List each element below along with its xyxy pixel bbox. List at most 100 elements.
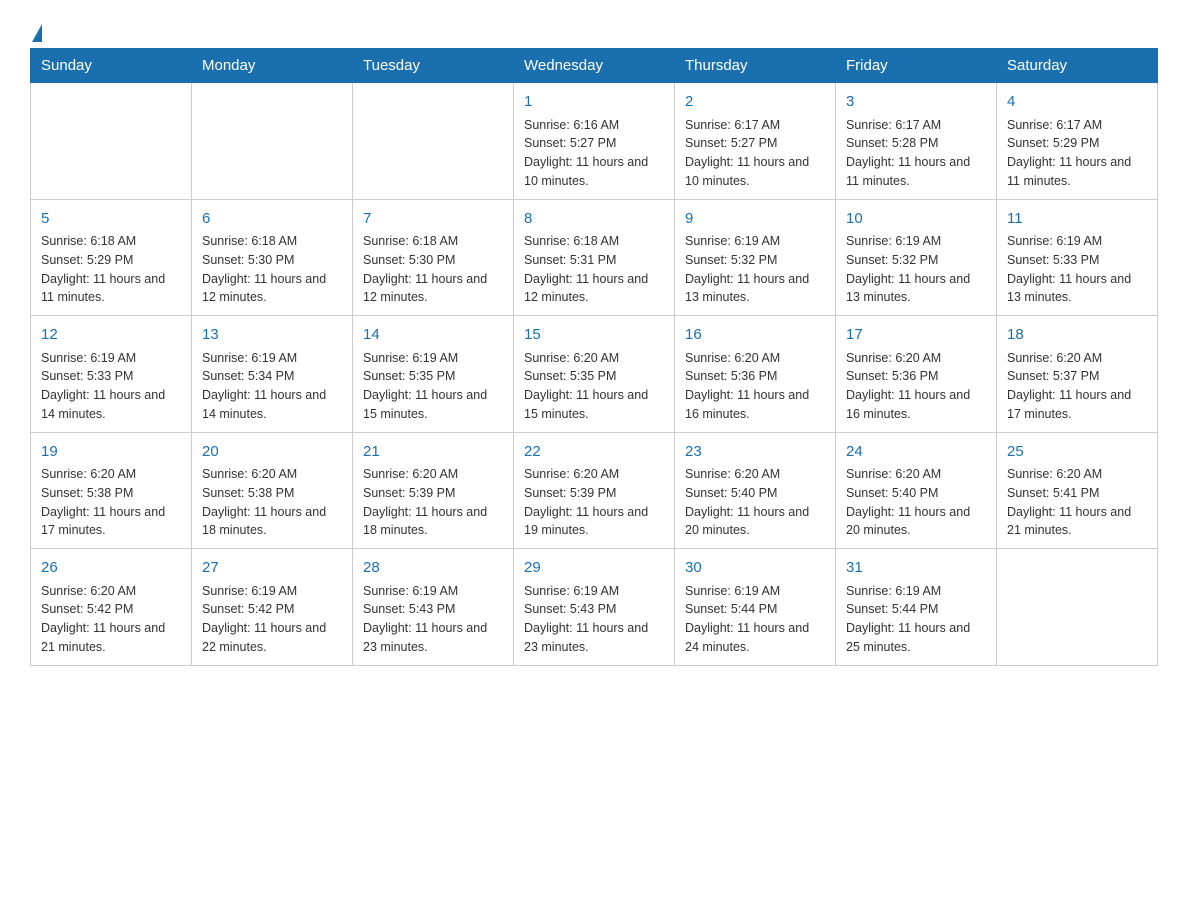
day-number: 15	[524, 324, 664, 347]
day-number: 1	[524, 91, 664, 114]
weekday-header-wednesday: Wednesday	[514, 49, 675, 83]
day-number: 7	[363, 208, 503, 231]
day-info: Sunrise: 6:19 AM Sunset: 5:32 PM Dayligh…	[685, 232, 825, 307]
day-number: 31	[846, 557, 986, 580]
day-info: Sunrise: 6:19 AM Sunset: 5:35 PM Dayligh…	[363, 349, 503, 424]
weekday-header-thursday: Thursday	[675, 49, 836, 83]
day-info: Sunrise: 6:20 AM Sunset: 5:35 PM Dayligh…	[524, 349, 664, 424]
day-info: Sunrise: 6:18 AM Sunset: 5:30 PM Dayligh…	[202, 232, 342, 307]
calendar-cell: 26Sunrise: 6:20 AM Sunset: 5:42 PM Dayli…	[31, 549, 192, 666]
calendar-cell: 25Sunrise: 6:20 AM Sunset: 5:41 PM Dayli…	[997, 432, 1158, 549]
weekday-header-tuesday: Tuesday	[353, 49, 514, 83]
calendar-cell: 17Sunrise: 6:20 AM Sunset: 5:36 PM Dayli…	[836, 316, 997, 433]
calendar-cell: 20Sunrise: 6:20 AM Sunset: 5:38 PM Dayli…	[192, 432, 353, 549]
calendar-cell	[997, 549, 1158, 666]
day-info: Sunrise: 6:18 AM Sunset: 5:29 PM Dayligh…	[41, 232, 181, 307]
day-info: Sunrise: 6:20 AM Sunset: 5:40 PM Dayligh…	[846, 465, 986, 540]
day-number: 29	[524, 557, 664, 580]
day-info: Sunrise: 6:20 AM Sunset: 5:42 PM Dayligh…	[41, 582, 181, 657]
day-number: 4	[1007, 91, 1147, 114]
calendar-cell: 19Sunrise: 6:20 AM Sunset: 5:38 PM Dayli…	[31, 432, 192, 549]
day-info: Sunrise: 6:18 AM Sunset: 5:30 PM Dayligh…	[363, 232, 503, 307]
calendar-cell: 21Sunrise: 6:20 AM Sunset: 5:39 PM Dayli…	[353, 432, 514, 549]
day-info: Sunrise: 6:20 AM Sunset: 5:39 PM Dayligh…	[363, 465, 503, 540]
day-number: 10	[846, 208, 986, 231]
day-number: 20	[202, 441, 342, 464]
week-row-1: 1Sunrise: 6:16 AM Sunset: 5:27 PM Daylig…	[31, 83, 1158, 200]
calendar-cell: 7Sunrise: 6:18 AM Sunset: 5:30 PM Daylig…	[353, 199, 514, 316]
day-number: 6	[202, 208, 342, 231]
day-info: Sunrise: 6:19 AM Sunset: 5:32 PM Dayligh…	[846, 232, 986, 307]
calendar-cell: 28Sunrise: 6:19 AM Sunset: 5:43 PM Dayli…	[353, 549, 514, 666]
day-number: 16	[685, 324, 825, 347]
calendar-cell: 8Sunrise: 6:18 AM Sunset: 5:31 PM Daylig…	[514, 199, 675, 316]
day-number: 13	[202, 324, 342, 347]
day-number: 26	[41, 557, 181, 580]
day-number: 19	[41, 441, 181, 464]
day-number: 11	[1007, 208, 1147, 231]
day-number: 25	[1007, 441, 1147, 464]
day-info: Sunrise: 6:19 AM Sunset: 5:44 PM Dayligh…	[846, 582, 986, 657]
calendar-cell: 6Sunrise: 6:18 AM Sunset: 5:30 PM Daylig…	[192, 199, 353, 316]
day-number: 12	[41, 324, 181, 347]
calendar-cell: 1Sunrise: 6:16 AM Sunset: 5:27 PM Daylig…	[514, 83, 675, 200]
week-row-3: 12Sunrise: 6:19 AM Sunset: 5:33 PM Dayli…	[31, 316, 1158, 433]
day-number: 22	[524, 441, 664, 464]
day-number: 8	[524, 208, 664, 231]
day-number: 28	[363, 557, 503, 580]
week-row-2: 5Sunrise: 6:18 AM Sunset: 5:29 PM Daylig…	[31, 199, 1158, 316]
calendar-cell: 18Sunrise: 6:20 AM Sunset: 5:37 PM Dayli…	[997, 316, 1158, 433]
day-number: 18	[1007, 324, 1147, 347]
logo-triangle-icon	[32, 24, 42, 42]
week-row-5: 26Sunrise: 6:20 AM Sunset: 5:42 PM Dayli…	[31, 549, 1158, 666]
day-info: Sunrise: 6:20 AM Sunset: 5:36 PM Dayligh…	[685, 349, 825, 424]
weekday-header-sunday: Sunday	[31, 49, 192, 83]
calendar-cell: 31Sunrise: 6:19 AM Sunset: 5:44 PM Dayli…	[836, 549, 997, 666]
day-info: Sunrise: 6:19 AM Sunset: 5:33 PM Dayligh…	[1007, 232, 1147, 307]
calendar-cell	[192, 83, 353, 200]
calendar-cell	[31, 83, 192, 200]
calendar-cell: 3Sunrise: 6:17 AM Sunset: 5:28 PM Daylig…	[836, 83, 997, 200]
day-number: 23	[685, 441, 825, 464]
calendar-cell: 10Sunrise: 6:19 AM Sunset: 5:32 PM Dayli…	[836, 199, 997, 316]
day-info: Sunrise: 6:20 AM Sunset: 5:38 PM Dayligh…	[41, 465, 181, 540]
calendar-cell: 16Sunrise: 6:20 AM Sunset: 5:36 PM Dayli…	[675, 316, 836, 433]
calendar-cell: 27Sunrise: 6:19 AM Sunset: 5:42 PM Dayli…	[192, 549, 353, 666]
weekday-header-monday: Monday	[192, 49, 353, 83]
calendar-cell: 29Sunrise: 6:19 AM Sunset: 5:43 PM Dayli…	[514, 549, 675, 666]
day-number: 24	[846, 441, 986, 464]
day-info: Sunrise: 6:16 AM Sunset: 5:27 PM Dayligh…	[524, 116, 664, 191]
calendar-cell: 12Sunrise: 6:19 AM Sunset: 5:33 PM Dayli…	[31, 316, 192, 433]
day-info: Sunrise: 6:20 AM Sunset: 5:36 PM Dayligh…	[846, 349, 986, 424]
calendar-cell: 2Sunrise: 6:17 AM Sunset: 5:27 PM Daylig…	[675, 83, 836, 200]
day-info: Sunrise: 6:17 AM Sunset: 5:27 PM Dayligh…	[685, 116, 825, 191]
day-info: Sunrise: 6:19 AM Sunset: 5:42 PM Dayligh…	[202, 582, 342, 657]
week-row-4: 19Sunrise: 6:20 AM Sunset: 5:38 PM Dayli…	[31, 432, 1158, 549]
calendar-cell: 22Sunrise: 6:20 AM Sunset: 5:39 PM Dayli…	[514, 432, 675, 549]
calendar-cell: 4Sunrise: 6:17 AM Sunset: 5:29 PM Daylig…	[997, 83, 1158, 200]
day-info: Sunrise: 6:20 AM Sunset: 5:41 PM Dayligh…	[1007, 465, 1147, 540]
weekday-header-saturday: Saturday	[997, 49, 1158, 83]
day-info: Sunrise: 6:19 AM Sunset: 5:44 PM Dayligh…	[685, 582, 825, 657]
day-number: 27	[202, 557, 342, 580]
weekday-header-friday: Friday	[836, 49, 997, 83]
calendar-cell: 14Sunrise: 6:19 AM Sunset: 5:35 PM Dayli…	[353, 316, 514, 433]
calendar-cell: 9Sunrise: 6:19 AM Sunset: 5:32 PM Daylig…	[675, 199, 836, 316]
day-number: 14	[363, 324, 503, 347]
calendar-cell: 15Sunrise: 6:20 AM Sunset: 5:35 PM Dayli…	[514, 316, 675, 433]
day-info: Sunrise: 6:19 AM Sunset: 5:34 PM Dayligh…	[202, 349, 342, 424]
day-info: Sunrise: 6:19 AM Sunset: 5:33 PM Dayligh…	[41, 349, 181, 424]
calendar-cell: 11Sunrise: 6:19 AM Sunset: 5:33 PM Dayli…	[997, 199, 1158, 316]
calendar-cell	[353, 83, 514, 200]
day-number: 5	[41, 208, 181, 231]
day-number: 9	[685, 208, 825, 231]
page-header	[30, 20, 1158, 38]
day-info: Sunrise: 6:20 AM Sunset: 5:38 PM Dayligh…	[202, 465, 342, 540]
calendar-cell: 13Sunrise: 6:19 AM Sunset: 5:34 PM Dayli…	[192, 316, 353, 433]
calendar-table: SundayMondayTuesdayWednesdayThursdayFrid…	[30, 48, 1158, 666]
day-info: Sunrise: 6:20 AM Sunset: 5:37 PM Dayligh…	[1007, 349, 1147, 424]
day-info: Sunrise: 6:17 AM Sunset: 5:28 PM Dayligh…	[846, 116, 986, 191]
logo	[30, 20, 42, 38]
day-info: Sunrise: 6:18 AM Sunset: 5:31 PM Dayligh…	[524, 232, 664, 307]
calendar-cell: 24Sunrise: 6:20 AM Sunset: 5:40 PM Dayli…	[836, 432, 997, 549]
